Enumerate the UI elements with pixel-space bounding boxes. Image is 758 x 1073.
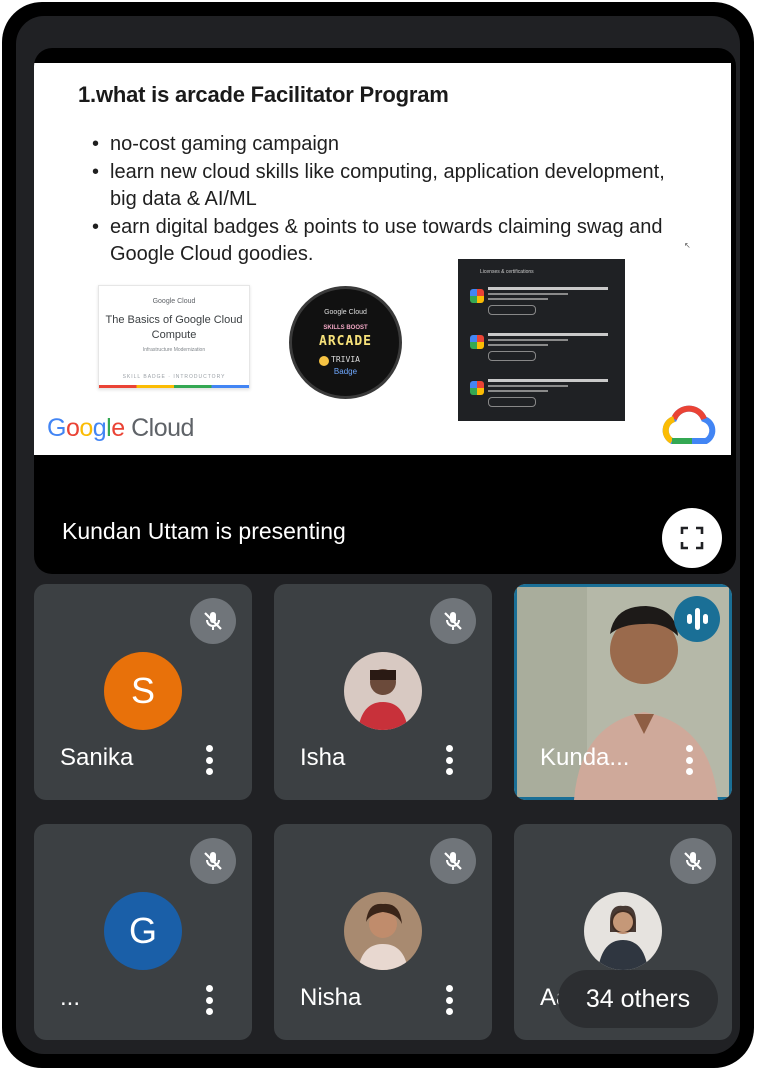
fullscreen-button[interactable] <box>662 508 722 568</box>
card-brand: Google Cloud <box>152 298 196 305</box>
badge-line1: SKILLS BOOST <box>323 325 368 331</box>
muted-badge <box>190 838 236 884</box>
slide-bullet: no-cost gaming campaign <box>92 131 692 159</box>
google-cloud-icon <box>662 405 716 444</box>
cursor-icon: ↖ <box>684 241 691 250</box>
profile-photo <box>584 892 662 970</box>
presenting-label: Kundan Uttam is presenting <box>62 518 346 544</box>
card-footer: SKILL BADGE · INTRODUCTORY <box>122 374 226 380</box>
google-cloud-icon <box>470 381 484 395</box>
mic-off-icon <box>444 852 462 870</box>
card-subtitle: Infrastructure Modernization <box>142 347 206 353</box>
participant-tile[interactable]: S Sanika <box>34 584 252 800</box>
more-options-button[interactable] <box>206 985 214 1015</box>
slide-bullet: learn new cloud skills like computing, a… <box>92 159 692 214</box>
more-options-button[interactable] <box>446 985 454 1015</box>
meet-screen: 1.what is arcade Facilitator Program no-… <box>16 16 740 1054</box>
badge-line3: TRIVIA <box>331 355 360 364</box>
cert-item <box>466 321 625 367</box>
mic-off-icon <box>444 612 462 630</box>
profile-photo <box>344 652 422 730</box>
participant-name: Nisha <box>300 984 362 1011</box>
slide-title: 1.what is arcade Facilitator Program <box>78 82 449 107</box>
profile-photo <box>344 892 422 970</box>
speaking-indicator-icon <box>674 596 720 642</box>
badge-line4: Badge <box>333 367 358 376</box>
participant-tile-speaking[interactable]: Kunda... <box>514 584 732 800</box>
card-title: The Basics of Google Cloud Compute <box>105 314 243 341</box>
participant-tile[interactable]: Isha <box>274 584 492 800</box>
mic-off-icon <box>684 852 702 870</box>
participant-name: Sanika <box>60 744 134 771</box>
avatar: S <box>104 652 182 730</box>
google-cloud-icon <box>470 289 484 303</box>
participant-tile[interactable]: G ... <box>34 824 252 1040</box>
lightbulb-icon <box>319 356 329 366</box>
google-color-bar <box>99 385 249 388</box>
slide-bullet-list: no-cost gaming campaign learn new cloud … <box>92 131 692 269</box>
more-options-button[interactable] <box>206 745 214 775</box>
skill-badge-card: Google Cloud The Basics of Google Cloud … <box>98 285 250 389</box>
google-cloud-icon <box>470 335 484 349</box>
participant-name: ... <box>60 984 81 1011</box>
mic-off-icon <box>204 852 222 870</box>
participant-tile[interactable]: Nisha <box>274 824 492 1040</box>
logo-cloud-word: Cloud <box>131 414 194 442</box>
others-count-button[interactable]: 34 others <box>558 970 718 1028</box>
badge-brand: Google Cloud <box>324 309 367 316</box>
shared-slide: 1.what is arcade Facilitator Program no-… <box>34 63 731 455</box>
cert-item <box>466 275 625 321</box>
muted-badge <box>670 838 716 884</box>
badge-line2: ARCADE <box>319 334 372 349</box>
arcade-trivia-badge: Google Cloud SKILLS BOOST ARCADE TRIVIA … <box>289 286 402 399</box>
more-options-button[interactable] <box>446 745 454 775</box>
muted-badge <box>190 598 236 644</box>
device-frame: 1.what is arcade Facilitator Program no-… <box>2 2 754 1068</box>
mic-off-icon <box>204 612 222 630</box>
muted-badge <box>430 838 476 884</box>
google-cloud-logo: Google Cloud <box>47 414 194 442</box>
more-options-button[interactable] <box>686 745 694 775</box>
muted-badge <box>430 598 476 644</box>
certifications-screenshot: Licenses & certifications <box>458 259 625 421</box>
participant-tile[interactable]: Aa 34 others <box>514 824 732 1040</box>
certs-header: Licenses & certifications <box>480 269 534 275</box>
participant-name: Isha <box>300 744 346 771</box>
fullscreen-icon <box>680 526 704 550</box>
participant-name: Kunda... <box>540 744 630 771</box>
avatar: G <box>104 892 182 970</box>
presentation-panel[interactable]: 1.what is arcade Facilitator Program no-… <box>34 48 736 574</box>
cert-item <box>466 367 625 413</box>
